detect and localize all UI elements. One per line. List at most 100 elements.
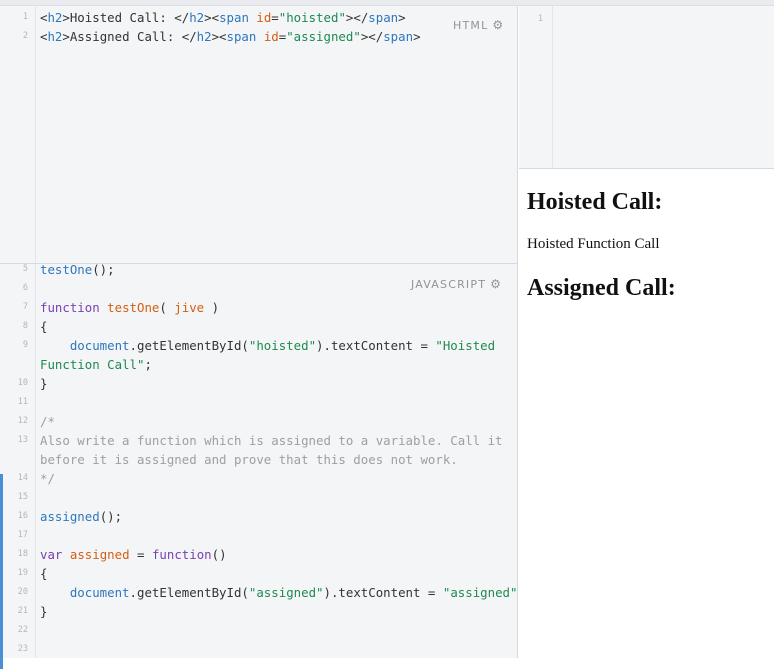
code-token: >Hoisted Call: </ bbox=[62, 10, 190, 25]
code-token: ).textContent = bbox=[316, 338, 436, 353]
code-token: "hoisted" bbox=[248, 338, 317, 353]
line-number: 1 bbox=[537, 14, 543, 24]
code-token: span bbox=[219, 10, 249, 25]
line-code: { bbox=[40, 317, 47, 336]
code-token: document bbox=[69, 585, 130, 600]
code-token: ) bbox=[204, 300, 220, 315]
code-token: function bbox=[40, 300, 100, 315]
code-line[interactable]: 15 bbox=[0, 488, 517, 507]
line-code: } bbox=[40, 602, 47, 621]
line-code: function testOne( jive ) bbox=[40, 298, 219, 317]
code-token: >< bbox=[211, 29, 227, 44]
code-token: testOne bbox=[40, 262, 93, 277]
code-line[interactable]: 20 document.getElementById("assigned").t… bbox=[0, 583, 525, 602]
javascript-code-lines[interactable]: 5 testOne(); 6 7 function testOne( jive ) 8{9… bbox=[0, 260, 525, 659]
code-token: > bbox=[398, 10, 406, 25]
code-line[interactable]: 9 document.getElementById("hoisted").tex… bbox=[0, 336, 517, 355]
code-token: var bbox=[40, 547, 63, 562]
code-token: document bbox=[69, 338, 130, 353]
code-line[interactable]: 12 /* bbox=[0, 412, 517, 431]
code-token: () bbox=[211, 547, 227, 562]
code-token: > bbox=[413, 29, 421, 44]
line-code: Also write a function which is assigned … bbox=[40, 431, 503, 450]
code-token: = bbox=[129, 547, 152, 562]
code-line[interactable]: 13 Also write a function which is assigne… bbox=[0, 431, 517, 450]
code-line[interactable]: 18 var assigned = function() bbox=[0, 545, 517, 564]
code-line[interactable]: 2 <h2>Assigned Call: </h2><span id="assig… bbox=[0, 27, 517, 46]
code-line[interactable]: 11 bbox=[0, 393, 517, 412]
line-code: } bbox=[40, 374, 47, 393]
assigned-heading: Assigned Call: bbox=[527, 275, 676, 301]
line-number: 22 bbox=[17, 625, 28, 635]
line-number: 2 bbox=[22, 31, 28, 41]
code-token: .getElementById( bbox=[129, 585, 249, 600]
line-number: 14 bbox=[17, 473, 28, 483]
result-preview: Hoisted Call: Hoisted Function Call Assi… bbox=[519, 170, 774, 658]
line-number: 8 bbox=[22, 321, 28, 331]
code-line[interactable]: 8{ bbox=[0, 317, 517, 336]
code-token: "assigned" bbox=[442, 585, 518, 600]
code-token: h2 bbox=[196, 29, 212, 44]
css-editor-panel[interactable]: 1 bbox=[519, 6, 774, 169]
code-token: } bbox=[40, 604, 48, 619]
code-line[interactable]: 19 { bbox=[0, 564, 517, 583]
line-number: 19 bbox=[17, 568, 28, 578]
hoisted-value: Hoisted Function Call bbox=[527, 236, 660, 252]
code-line[interactable]: 16 assigned(); bbox=[0, 507, 517, 526]
code-token: h2 bbox=[47, 10, 63, 25]
code-line[interactable]: before it is assigned and prove that thi… bbox=[0, 450, 517, 469]
line-number: 7 bbox=[22, 302, 28, 312]
line-number: 20 bbox=[17, 587, 28, 597]
code-token: span bbox=[383, 29, 414, 44]
line-number: 1 bbox=[22, 12, 28, 22]
html-editor-label[interactable]: HTML ⚙ bbox=[453, 18, 503, 32]
code-line[interactable]: 1 <h2>Hoisted Call: </h2><span id="hoiste… bbox=[0, 8, 517, 27]
line-code: Function Call"; bbox=[40, 355, 152, 374]
code-token: Also write a function which is assigned … bbox=[40, 433, 503, 448]
code-token: assigned bbox=[69, 547, 130, 562]
code-token: id bbox=[256, 10, 272, 25]
line-number: 9 bbox=[22, 340, 28, 350]
css-code-lines[interactable]: 1 bbox=[519, 10, 774, 29]
code-line[interactable]: 21} bbox=[0, 602, 517, 621]
gear-icon[interactable]: ⚙ bbox=[492, 18, 503, 32]
code-token: ></ bbox=[345, 10, 369, 25]
code-token: before it is assigned and prove that thi… bbox=[40, 452, 458, 467]
javascript-editor-panel[interactable]: 5 testOne(); 6 7 function testOne( jive ) 8{9… bbox=[0, 260, 525, 669]
code-token: ; bbox=[144, 357, 152, 372]
line-code: assigned(); bbox=[40, 507, 122, 526]
code-line[interactable]: Function Call"; bbox=[0, 355, 517, 374]
line-code: var assigned = function() bbox=[40, 545, 227, 564]
code-line[interactable]: 1 bbox=[519, 10, 774, 29]
html-code-lines[interactable]: 1 <h2>Hoisted Call: </h2><span id="hoiste… bbox=[0, 8, 517, 46]
line-code: document.getElementById("assigned").text… bbox=[40, 583, 525, 602]
line-number: 10 bbox=[17, 378, 28, 388]
line-code: <h2>Assigned Call: </h2><span id="assign… bbox=[40, 27, 421, 46]
line-number: 13 bbox=[17, 435, 28, 445]
line-number: 18 bbox=[17, 549, 28, 559]
code-token: } bbox=[40, 376, 48, 391]
line-code: testOne(); bbox=[40, 260, 115, 279]
hoisted-heading: Hoisted Call: bbox=[527, 189, 663, 215]
code-token: testOne bbox=[107, 300, 160, 315]
html-label-text: HTML bbox=[453, 19, 489, 32]
code-line[interactable]: 14 */ bbox=[0, 469, 517, 488]
code-line[interactable]: 7 function testOne( jive ) bbox=[0, 298, 517, 317]
javascript-editor-label[interactable]: JAVASCRIPT ⚙ bbox=[411, 277, 501, 291]
code-token: (); bbox=[92, 262, 115, 277]
code-line[interactable]: 17 bbox=[0, 526, 517, 545]
line-number: 6 bbox=[22, 283, 28, 293]
line-code: <h2>Hoisted Call: </h2><span id="hoisted… bbox=[40, 8, 406, 27]
code-line[interactable]: 22 bbox=[0, 621, 517, 640]
line-number: 5 bbox=[22, 264, 28, 274]
code-line[interactable]: 10} bbox=[0, 374, 517, 393]
line-code: */ bbox=[40, 469, 55, 488]
code-token: .getElementById( bbox=[129, 338, 249, 353]
html-editor-panel[interactable]: 1 <h2>Hoisted Call: </h2><span id="hoiste… bbox=[0, 6, 518, 263]
gear-icon[interactable]: ⚙ bbox=[490, 277, 501, 291]
line-number: 17 bbox=[17, 530, 28, 540]
code-token: function bbox=[151, 547, 212, 562]
code-line[interactable]: 23 bbox=[0, 640, 517, 659]
